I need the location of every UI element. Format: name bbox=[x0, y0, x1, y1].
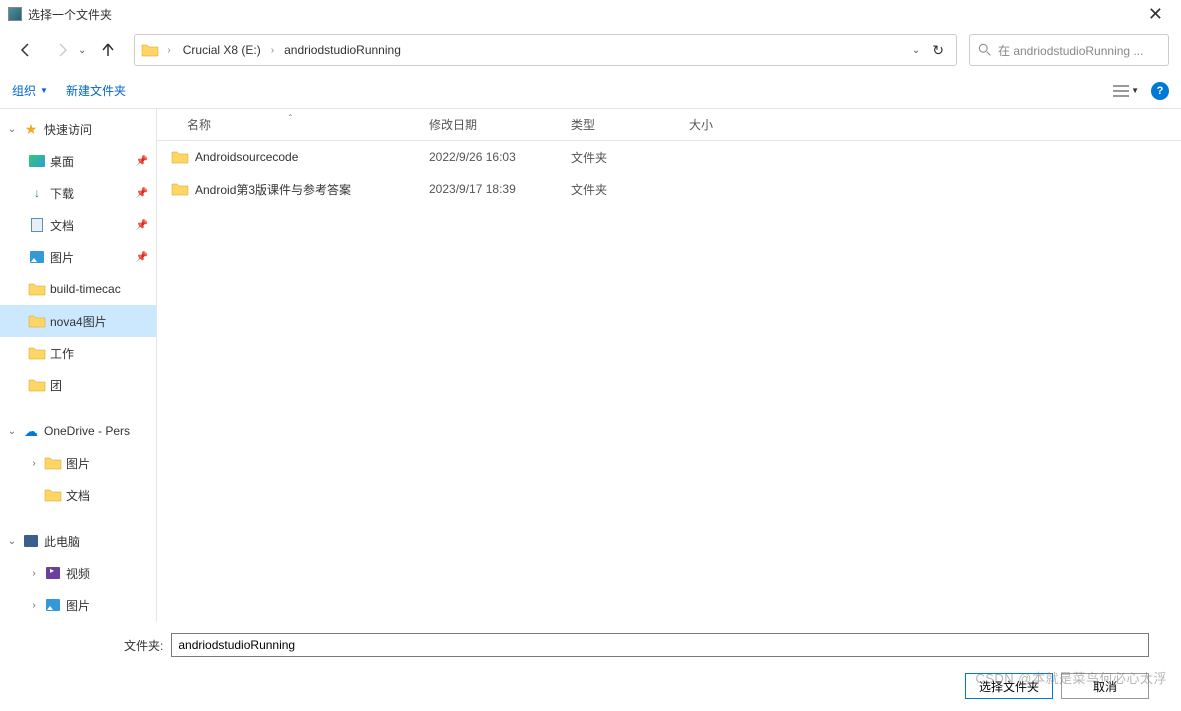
select-folder-button[interactable]: 选择文件夹 bbox=[965, 673, 1053, 699]
file-row[interactable]: Android第3版课件与参考答案 2023/9/17 18:39 文件夹 bbox=[157, 173, 1181, 205]
tree-quick-access[interactable]: ⌄ ★ 快速访问 bbox=[0, 113, 156, 145]
new-folder-button[interactable]: 新建文件夹 bbox=[66, 82, 126, 99]
search-placeholder: 在 andriodstudioRunning ... bbox=[998, 42, 1143, 59]
chevron-right-icon: › bbox=[167, 45, 170, 56]
folder-icon bbox=[28, 377, 46, 393]
file-type: 文件夹 bbox=[561, 149, 679, 166]
help-button[interactable]: ? bbox=[1151, 82, 1169, 100]
folder-icon bbox=[28, 345, 46, 361]
tree-od-documents[interactable]: › 文档 bbox=[0, 479, 156, 511]
breadcrumb: Crucial X8 (E:) › andriodstudioRunning bbox=[179, 39, 906, 61]
refresh-button[interactable]: ↻ bbox=[932, 42, 944, 59]
search-icon bbox=[978, 43, 992, 57]
star-icon: ★ bbox=[22, 121, 40, 137]
column-header-row: 名称 ⌃ 修改日期 类型 大小 bbox=[157, 109, 1181, 141]
column-date[interactable]: 修改日期 bbox=[419, 116, 561, 133]
column-size[interactable]: 大小 bbox=[679, 116, 757, 133]
breadcrumb-item-folder[interactable]: andriodstudioRunning bbox=[280, 39, 405, 61]
window-title: 选择一个文件夹 bbox=[28, 6, 112, 23]
pin-icon: 📌 bbox=[136, 220, 148, 231]
chevron-down-icon[interactable]: ⌄ bbox=[6, 124, 18, 135]
column-type[interactable]: 类型 bbox=[561, 116, 679, 133]
chevron-right-icon[interactable]: › bbox=[28, 458, 40, 469]
chevron-down-icon[interactable]: ⌄ bbox=[6, 426, 18, 437]
tree-desktop[interactable]: 桌面 📌 bbox=[0, 145, 156, 177]
chevron-down-icon[interactable]: ⌄ bbox=[6, 536, 18, 547]
download-icon: ↓ bbox=[28, 185, 46, 201]
tree-pc-pictures[interactable]: › 图片 bbox=[0, 589, 156, 621]
forward-button[interactable] bbox=[48, 36, 76, 64]
folder-icon bbox=[141, 43, 159, 57]
file-list[interactable]: Androidsourcecode 2022/9/26 16:03 文件夹 An… bbox=[157, 141, 1181, 622]
titlebar: 选择一个文件夹 ✕ bbox=[0, 0, 1181, 28]
video-icon bbox=[46, 567, 60, 579]
up-button[interactable] bbox=[94, 36, 122, 64]
sidebar[interactable]: ⌄ ★ 快速访问 桌面 📌 ↓ 下载 📌 文档 📌 图片 📌 build-tim… bbox=[0, 109, 157, 622]
pin-icon: 📌 bbox=[136, 188, 148, 199]
tree-work[interactable]: 工作 bbox=[0, 337, 156, 369]
tree-downloads[interactable]: ↓ 下载 📌 bbox=[0, 177, 156, 209]
folder-icon bbox=[44, 487, 62, 503]
chevron-down-icon: ▼ bbox=[40, 86, 48, 95]
folder-input[interactable] bbox=[171, 633, 1149, 657]
tree-od-pictures[interactable]: › 图片 bbox=[0, 447, 156, 479]
tree-build-timecache[interactable]: build-timecac bbox=[0, 273, 156, 305]
folder-icon bbox=[28, 281, 46, 297]
chevron-right-icon: › bbox=[271, 45, 274, 56]
close-button[interactable]: ✕ bbox=[1138, 4, 1173, 25]
toolbar: 组织 ▼ 新建文件夹 ▼ ? bbox=[0, 72, 1181, 108]
folder-icon bbox=[171, 182, 189, 196]
file-date: 2023/9/17 18:39 bbox=[419, 182, 561, 196]
back-button[interactable] bbox=[12, 36, 40, 64]
sort-indicator-icon: ⌃ bbox=[287, 113, 294, 122]
file-type: 文件夹 bbox=[561, 181, 679, 198]
tree-nova4[interactable]: nova4图片 bbox=[0, 305, 156, 337]
column-name[interactable]: 名称 ⌃ bbox=[157, 116, 419, 133]
folder-icon bbox=[44, 455, 62, 471]
pin-icon: 📌 bbox=[136, 252, 148, 263]
file-list-area: 名称 ⌃ 修改日期 类型 大小 Androidsourcecode 2022/9… bbox=[157, 109, 1181, 622]
address-dropdown[interactable]: ⌄ bbox=[912, 45, 920, 56]
address-bar[interactable]: › Crucial X8 (E:) › andriodstudioRunning… bbox=[134, 34, 957, 66]
folder-icon bbox=[28, 313, 46, 329]
tree-videos[interactable]: › 视频 bbox=[0, 557, 156, 589]
document-icon bbox=[31, 218, 43, 232]
tree-onedrive[interactable]: ⌄ ☁ OneDrive - Pers bbox=[0, 415, 156, 447]
chevron-right-icon[interactable]: › bbox=[28, 568, 40, 579]
file-name: Android第3版课件与参考答案 bbox=[195, 181, 351, 198]
chevron-down-icon: ▼ bbox=[1131, 86, 1139, 95]
tree-tuan[interactable]: 团 bbox=[0, 369, 156, 401]
navigation-bar: ⌄ › Crucial X8 (E:) › andriodstudioRunni… bbox=[0, 28, 1181, 72]
folder-label: 文件夹: bbox=[124, 637, 163, 654]
desktop-icon bbox=[29, 155, 45, 167]
pc-icon bbox=[24, 535, 38, 547]
breadcrumb-item-drive[interactable]: Crucial X8 (E:) bbox=[179, 39, 265, 61]
search-box[interactable]: 在 andriodstudioRunning ... bbox=[969, 34, 1169, 66]
file-name: Androidsourcecode bbox=[195, 150, 298, 164]
file-date: 2022/9/26 16:03 bbox=[419, 150, 561, 164]
pictures-icon bbox=[46, 599, 60, 611]
tree-this-pc[interactable]: ⌄ 此电脑 bbox=[0, 525, 156, 557]
folder-icon bbox=[171, 150, 189, 164]
onedrive-icon: ☁ bbox=[22, 423, 40, 439]
tree-pictures[interactable]: 图片 📌 bbox=[0, 241, 156, 273]
footer: 文件夹: 选择文件夹 取消 bbox=[0, 622, 1181, 711]
file-row[interactable]: Androidsourcecode 2022/9/26 16:03 文件夹 bbox=[157, 141, 1181, 173]
organize-button[interactable]: 组织 ▼ bbox=[12, 82, 48, 99]
main-area: ⌄ ★ 快速访问 桌面 📌 ↓ 下载 📌 文档 📌 图片 📌 build-tim… bbox=[0, 108, 1181, 622]
chevron-right-icon[interactable]: › bbox=[28, 600, 40, 611]
tree-documents[interactable]: 文档 📌 bbox=[0, 209, 156, 241]
pictures-icon bbox=[30, 251, 44, 263]
app-icon bbox=[8, 7, 22, 21]
view-options-button[interactable]: ▼ bbox=[1113, 85, 1139, 97]
history-dropdown[interactable]: ⌄ bbox=[78, 45, 86, 56]
cancel-button[interactable]: 取消 bbox=[1061, 673, 1149, 699]
pin-icon: 📌 bbox=[136, 156, 148, 167]
